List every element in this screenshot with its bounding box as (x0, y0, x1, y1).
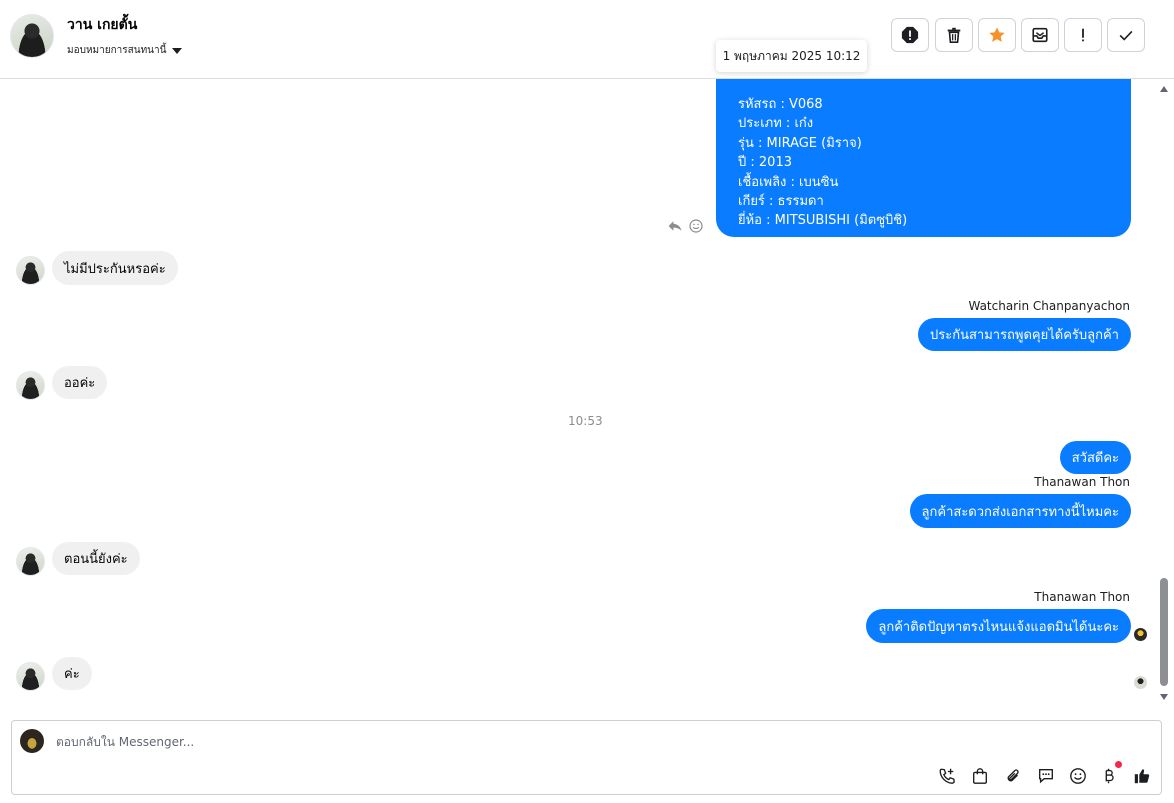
contact-name[interactable]: วาน เกยตั้น (67, 14, 137, 36)
seen-avatar (1134, 628, 1147, 641)
reply-icon[interactable] (667, 218, 683, 234)
check-icon (1119, 30, 1133, 41)
car-detail-line: ปี : 2013 (738, 155, 792, 171)
car-details-message[interactable]: รหัสรถ : V068 ประเภท : เก๋ง รุ่น : MIRAG… (716, 79, 1131, 237)
conversation-header: วาน เกยตั้น มอบหมายการสนทนานี้ (0, 0, 1174, 79)
message-actions (667, 218, 704, 234)
spam-icon (901, 26, 919, 44)
shopping-bag-icon (973, 768, 987, 784)
sender-name: Thanawan Thon (1034, 475, 1130, 489)
outgoing-message[interactable]: ลูกค้าติดปัญหาตรงไหนแจ้งแอดมินได้นะคะ (866, 609, 1131, 643)
outgoing-message[interactable]: สวัสดีคะ (1059, 441, 1131, 474)
archive-button[interactable] (1021, 18, 1059, 52)
like-icon (1134, 769, 1150, 784)
car-detail-line: รุ่น : MIRAGE (มิราจ) (738, 135, 862, 151)
follow-up-button[interactable] (1064, 18, 1102, 52)
like-button[interactable] (1131, 765, 1153, 787)
payment-button[interactable] (1098, 765, 1120, 787)
scroll-down-arrow[interactable] (1160, 694, 1168, 700)
outgoing-message[interactable]: ลูกค้าสะดวกส่งเอกสารทางนี้ไหมคะ (909, 494, 1131, 528)
message-composer (11, 720, 1162, 795)
incoming-message[interactable]: ออค่ะ (52, 366, 108, 399)
caret-down-icon (172, 47, 183, 54)
attach-icon (1007, 769, 1019, 782)
emoji-icon (1070, 768, 1086, 784)
shop-button[interactable] (969, 765, 991, 787)
assign-label: มอบหมายการสนทนานี้ (67, 45, 167, 56)
contact-avatar-small[interactable] (16, 547, 45, 576)
assign-conversation-dropdown[interactable]: มอบหมายการสนทนานี้ (67, 43, 183, 58)
scroll-up-arrow[interactable] (1160, 86, 1168, 92)
attach-button[interactable] (1002, 765, 1024, 787)
sender-name: Thanawan Thon (1034, 590, 1130, 604)
read-receipt-avatar (1134, 676, 1147, 689)
contact-avatar-small[interactable] (16, 371, 45, 400)
incoming-message[interactable]: ค่ะ (52, 657, 92, 690)
notification-dot (1115, 761, 1122, 768)
baht-icon (1105, 768, 1114, 784)
time-divider: 10:53 (568, 414, 603, 428)
archive-icon (1032, 27, 1048, 43)
car-detail-line: เกียร์ : ธรรมดา (738, 194, 824, 210)
call-button[interactable] (936, 765, 958, 787)
message-time-tooltip: 1 พฤษภาคม 2025 10:12 (716, 40, 867, 72)
call-add-icon (939, 768, 955, 784)
car-detail-line: เชื้อเพลิง : เบนซิน (738, 174, 839, 190)
contact-avatar[interactable] (10, 14, 54, 58)
delete-button[interactable] (935, 18, 973, 52)
saved-replies-button[interactable] (1035, 765, 1057, 787)
mark-done-button[interactable] (1107, 18, 1145, 52)
contact-avatar-small[interactable] (16, 256, 45, 285)
mark-spam-button[interactable] (891, 18, 929, 52)
reply-input[interactable] (56, 731, 656, 753)
star-button[interactable] (978, 18, 1016, 52)
car-detail-line: ยี่ห้อ : MITSUBISHI (มิตซูบิชิ) (738, 213, 908, 229)
exclamation-icon (1082, 28, 1084, 42)
car-detail-line: ประเภท : เก๋ง (738, 116, 814, 132)
page-avatar (20, 729, 44, 753)
scrollbar-thumb[interactable] (1160, 578, 1168, 686)
car-detail-line: รหัสรถ : V068 (738, 97, 823, 112)
star-icon (989, 27, 1005, 42)
react-emoji-icon[interactable] (688, 218, 704, 234)
trash-icon (947, 27, 961, 44)
outgoing-message[interactable]: ประกันสามารถพูดคุยได้ครับลูกค้า (917, 318, 1131, 351)
emoji-button[interactable] (1067, 765, 1089, 787)
sender-name: Watcharin Chanpanyachon (968, 299, 1130, 313)
incoming-message[interactable]: ตอนนี้ยังค่ะ (52, 542, 140, 575)
saved-reply-icon (1039, 769, 1053, 784)
incoming-message[interactable]: ไม่มีประกันหรอค่ะ (52, 251, 178, 285)
contact-avatar-small[interactable] (16, 662, 45, 691)
